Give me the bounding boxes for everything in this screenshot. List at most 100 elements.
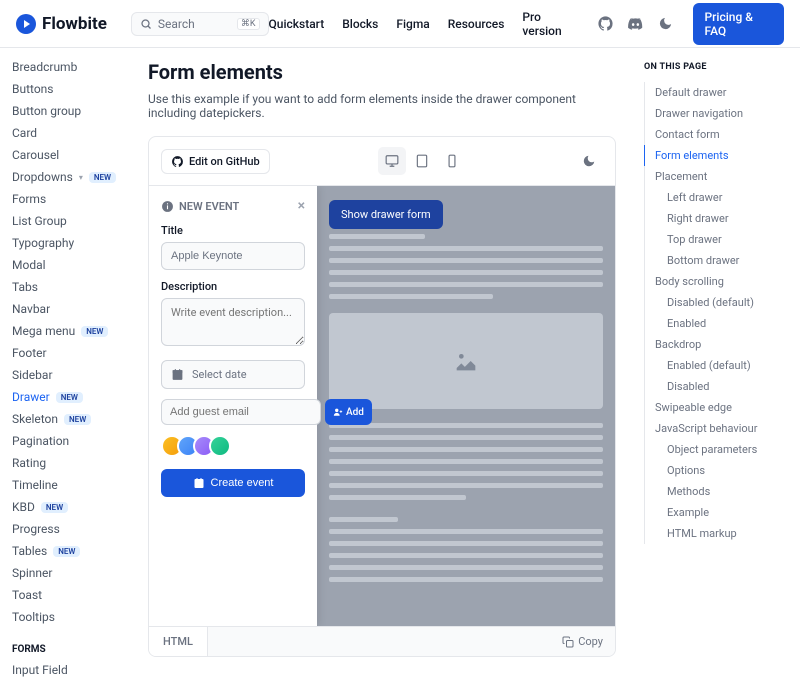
toc-item-swipeable-edge[interactable]: Swipeable edge (644, 397, 788, 418)
sidebar-item-tooltips[interactable]: Tooltips (12, 606, 128, 628)
sidebar-item-mega-menu[interactable]: Mega menuNEW (12, 320, 128, 342)
toc-item-disabled[interactable]: Disabled (644, 376, 788, 397)
show-drawer-button[interactable]: Show drawer form (329, 200, 443, 229)
sidebar-item-buttons[interactable]: Buttons (12, 78, 128, 100)
toc-item-methods[interactable]: Methods (644, 481, 788, 502)
sidebar-item-pagination[interactable]: Pagination (12, 430, 128, 452)
toc-item-top-drawer[interactable]: Top drawer (644, 229, 788, 250)
copy-button[interactable]: Copy (550, 627, 615, 656)
edit-github-button[interactable]: Edit on GitHub (161, 149, 270, 174)
toc-item-bottom-drawer[interactable]: Bottom drawer (644, 250, 788, 271)
toc-item-right-drawer[interactable]: Right drawer (644, 208, 788, 229)
toc-item-html-markup[interactable]: HTML markup (644, 523, 788, 544)
toc-item-enabled[interactable]: Enabled (644, 313, 788, 334)
drawer-panel: NEW EVENT × Title Description Select dat… (149, 186, 317, 626)
toc-item-left-drawer[interactable]: Left drawer (644, 187, 788, 208)
logo[interactable]: Flowbite (16, 14, 107, 34)
copy-label: Copy (578, 635, 603, 648)
guest-email-input[interactable] (161, 399, 321, 425)
search-input[interactable]: Search ⌘K (131, 12, 269, 36)
toc-item-javascript-behaviour[interactable]: JavaScript behaviour (644, 418, 788, 439)
new-badge: NEW (41, 502, 68, 513)
sidebar-item-label: Breadcrumb (12, 60, 77, 74)
new-badge: NEW (64, 414, 91, 425)
description-input[interactable] (161, 298, 305, 346)
toc-item-options[interactable]: Options (644, 460, 788, 481)
sidebar-item-label: KBD (12, 500, 35, 514)
sidebar-item-card[interactable]: Card (12, 122, 128, 144)
sidebar-item-button-group[interactable]: Button group (12, 100, 128, 122)
close-icon[interactable]: × (298, 198, 305, 214)
sidebar-item-spinner[interactable]: Spinner (12, 562, 128, 584)
sidebar-item-sidebar[interactable]: Sidebar (12, 364, 128, 386)
sidebar-item-drawer[interactable]: DrawerNEW (12, 386, 128, 408)
avatar (209, 435, 231, 457)
tablet-icon[interactable] (408, 147, 436, 175)
sidebar-item-label: Navbar (12, 302, 50, 316)
sidebar-item-rating[interactable]: Rating (12, 452, 128, 474)
sidebar-item-forms[interactable]: Forms (12, 188, 128, 210)
user-plus-icon (333, 407, 343, 417)
preview-area: Show drawer form NEW EVENT × Title Descr… (149, 186, 615, 626)
nav-resources[interactable]: Resources (448, 17, 505, 31)
sidebar-item-typography[interactable]: Typography (12, 232, 128, 254)
date-input[interactable]: Select date (161, 360, 305, 389)
create-event-button[interactable]: Create event (161, 469, 305, 497)
toc-item-default-drawer[interactable]: Default drawer (644, 82, 788, 103)
sidebar-item-label: Footer (12, 346, 47, 360)
sidebar-item-skeleton[interactable]: SkeletonNEW (12, 408, 128, 430)
add-guest-button[interactable]: Add (325, 399, 372, 425)
moon-icon[interactable] (575, 147, 603, 175)
toc-item-placement[interactable]: Placement (644, 166, 788, 187)
sidebar-item-tables[interactable]: TablesNEW (12, 540, 128, 562)
title-input[interactable] (161, 242, 305, 270)
sidebar-item-breadcrumb[interactable]: Breadcrumb (12, 56, 128, 78)
sidebar-item-progress[interactable]: Progress (12, 518, 128, 540)
sidebar-item-list-group[interactable]: List Group (12, 210, 128, 232)
sidebar-item-dropdowns[interactable]: Dropdowns ▾ NEW (12, 166, 128, 188)
search-kbd: ⌘K (237, 18, 260, 30)
create-button-label: Create event (211, 477, 274, 489)
sidebar-item-tabs[interactable]: Tabs (12, 276, 128, 298)
sidebar-item-timeline[interactable]: Timeline (12, 474, 128, 496)
toc-item-drawer-navigation[interactable]: Drawer navigation (644, 103, 788, 124)
image-icon (452, 347, 480, 375)
nav-blocks[interactable]: Blocks (342, 17, 378, 31)
tab-html[interactable]: HTML (149, 627, 208, 656)
sidebar-item-footer[interactable]: Footer (12, 342, 128, 364)
sidebar-item-input-field[interactable]: Input Field (12, 659, 128, 681)
nav-pro[interactable]: Pro version (522, 10, 578, 38)
nav-links: Quickstart Blocks Figma Resources Pro ve… (269, 3, 785, 45)
desktop-icon[interactable] (378, 147, 406, 175)
toc-item-contact-form[interactable]: Contact form (644, 124, 788, 145)
pricing-button[interactable]: Pricing & FAQ (693, 3, 785, 45)
toc-item-form-elements[interactable]: Form elements (644, 145, 788, 166)
chevron-down-icon: ▾ (79, 173, 83, 182)
sidebar-item-kbd[interactable]: KBD NEW (12, 496, 128, 518)
moon-icon[interactable] (657, 15, 675, 33)
nav-figma[interactable]: Figma (396, 17, 429, 31)
sidebar-item-label: Forms (12, 192, 46, 206)
toc-item-object-parameters[interactable]: Object parameters (644, 439, 788, 460)
sidebar-item-toast[interactable]: Toast (12, 584, 128, 606)
avatar-stack (161, 435, 305, 457)
sidebar-item-label: Dropdowns (12, 170, 73, 184)
toc-item-disabled-default-[interactable]: Disabled (default) (644, 292, 788, 313)
toc-item-body-scrolling[interactable]: Body scrolling (644, 271, 788, 292)
sidebar-item-modal[interactable]: Modal (12, 254, 128, 276)
code-header: HTML Copy (149, 626, 615, 656)
copy-icon (562, 636, 574, 648)
toc-item-example[interactable]: Example (644, 502, 788, 523)
sidebar-item-label: Typography (12, 236, 74, 250)
sidebar-item-navbar[interactable]: Navbar (12, 298, 128, 320)
toc-item-enabled-default-[interactable]: Enabled (default) (644, 355, 788, 376)
toc-item-backdrop[interactable]: Backdrop (644, 334, 788, 355)
sidebar-item-carousel[interactable]: Carousel (12, 144, 128, 166)
mobile-icon[interactable] (438, 147, 466, 175)
github-icon[interactable] (597, 15, 615, 33)
sidebar-item-label: Button group (12, 104, 81, 118)
new-badge: NEW (89, 172, 116, 183)
date-placeholder: Select date (192, 368, 247, 381)
discord-icon[interactable] (627, 15, 645, 33)
nav-quickstart[interactable]: Quickstart (269, 17, 325, 31)
